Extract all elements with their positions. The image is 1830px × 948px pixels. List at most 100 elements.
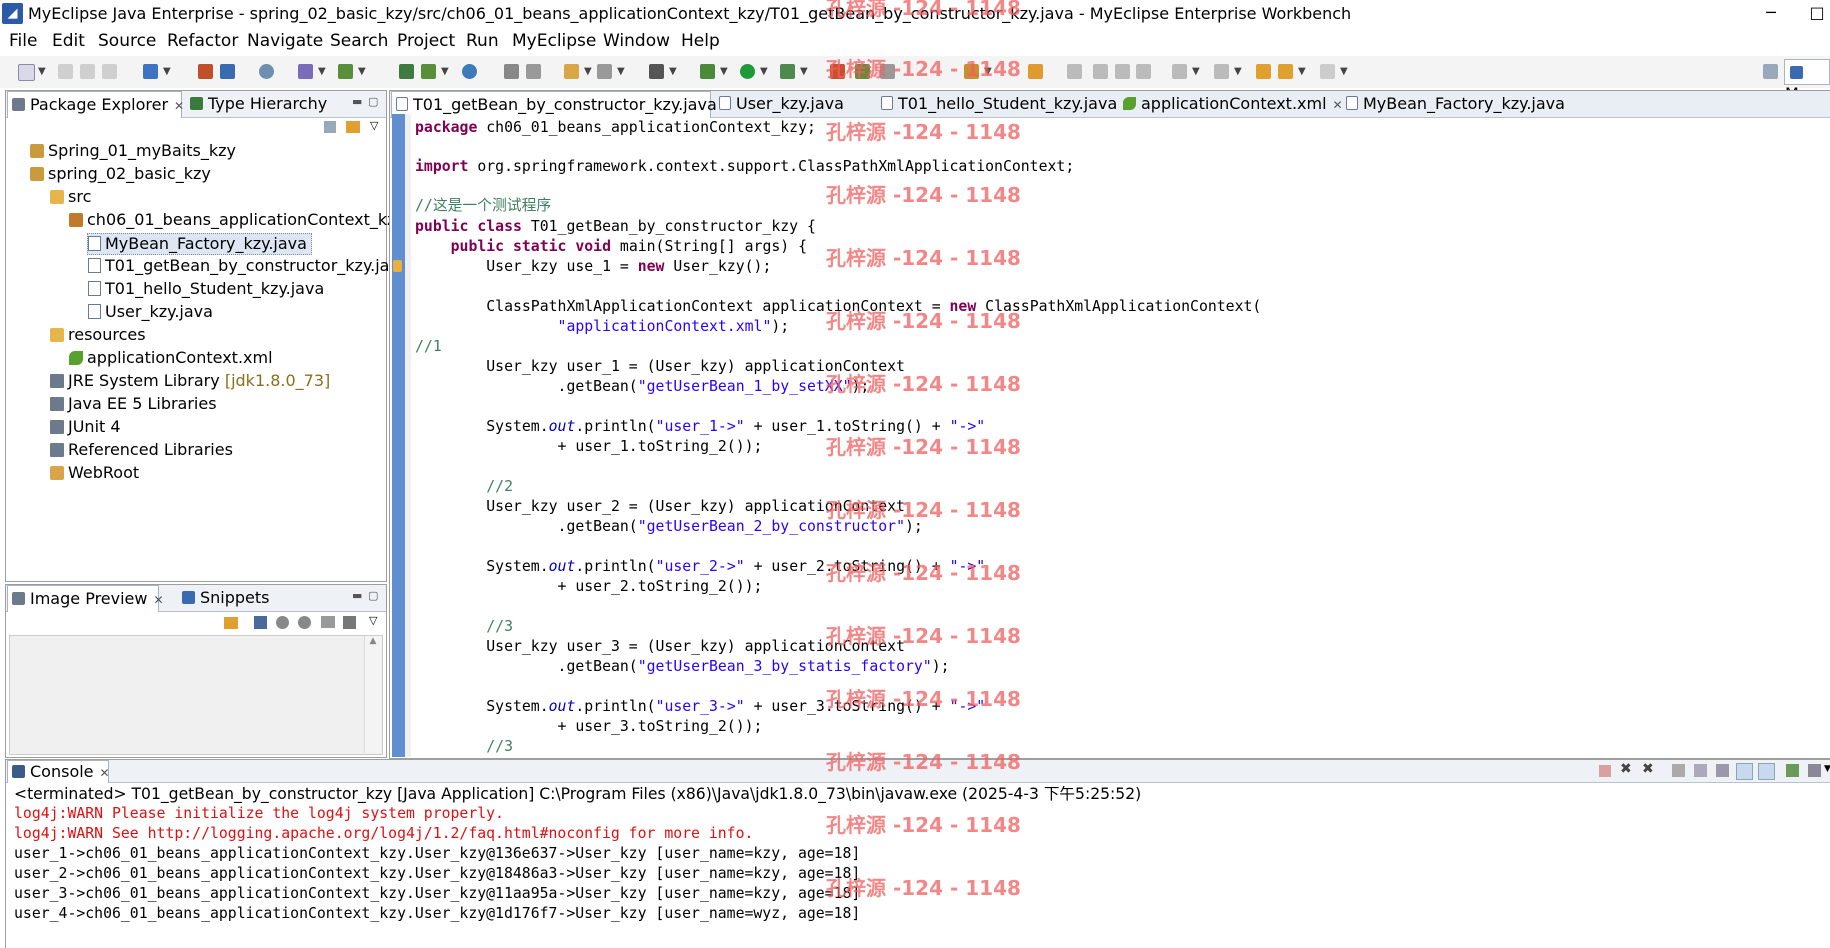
clear-console-icon[interactable] <box>1672 764 1685 777</box>
tree-item-library[interactable]: Java EE 5 Libraries <box>50 394 217 414</box>
show-whitespace-icon[interactable] <box>1136 64 1151 79</box>
maximize-view-icon[interactable]: ▢ <box>368 589 378 602</box>
view-menu-icon[interactable]: ▽ <box>370 119 378 132</box>
close-icon[interactable]: ✕ <box>153 593 163 607</box>
web-browser-icon[interactable] <box>259 64 274 79</box>
menu-project[interactable]: Project <box>397 31 455 51</box>
fit-icon[interactable] <box>254 616 267 629</box>
menu-edit[interactable]: Edit <box>52 31 85 51</box>
link-with-editor-icon[interactable] <box>346 121 360 133</box>
collapse-all-icon[interactable] <box>324 121 336 133</box>
chevron-down-icon[interactable]: ▼ <box>760 66 768 77</box>
menu-run[interactable]: Run <box>466 31 499 51</box>
terminal-icon[interactable] <box>649 64 664 79</box>
tab-console[interactable]: Console ✕ <box>7 760 110 783</box>
tree-item-project[interactable]: spring_02_basic_kzy <box>30 164 211 184</box>
tree-item-java-file[interactable]: T01_getBean_by_constructor_kzy.java <box>88 256 409 276</box>
open-perspective-button-icon[interactable] <box>1763 64 1778 79</box>
toggle-block-icon[interactable] <box>1115 64 1130 79</box>
chevron-down-icon[interactable]: ▼ <box>1340 66 1348 77</box>
warning-marker-icon[interactable] <box>393 260 402 272</box>
menu-myeclipse[interactable]: MyEclipse <box>512 31 596 51</box>
chevron-down-icon[interactable]: ▼ <box>1234 66 1242 77</box>
prev-edit-icon[interactable] <box>1214 64 1229 79</box>
remove-all-launches-icon[interactable]: ✖ <box>1642 761 1654 777</box>
close-icon[interactable]: ✕ <box>174 99 184 113</box>
debug-icon[interactable] <box>700 64 715 79</box>
tab-snippets[interactable]: Snippets <box>178 585 276 611</box>
menu-source[interactable]: Source <box>98 31 156 51</box>
close-icon[interactable]: ✕ <box>100 766 110 780</box>
minimize-button[interactable]: ─ <box>1748 0 1794 28</box>
show-stderr-icon[interactable] <box>1758 763 1775 780</box>
pin-console-icon[interactable] <box>1786 764 1799 777</box>
package-icon[interactable] <box>564 64 579 79</box>
chevron-down-icon[interactable]: ▼ <box>38 66 46 77</box>
fit-window-icon[interactable] <box>343 616 356 629</box>
tree-item-folder[interactable]: WebRoot <box>50 463 139 483</box>
minimize-view-icon[interactable]: ▬ <box>352 95 362 108</box>
vertical-scrollbar[interactable]: ▲ <box>364 636 381 753</box>
print-icon[interactable] <box>102 64 117 79</box>
next-edit-icon[interactable] <box>1172 64 1187 79</box>
menu-help[interactable]: Help <box>681 31 720 51</box>
tree-item-package[interactable]: ch06_01_beans_applicationContext_kzy <box>69 210 405 230</box>
run-external-icon[interactable] <box>780 64 795 79</box>
tab-editor[interactable]: applicationContext.xml ✕ <box>1119 91 1349 117</box>
tab-editor[interactable]: User_kzy.java <box>715 91 850 117</box>
scroll-lock-icon[interactable] <box>1694 764 1707 777</box>
scroll-up-icon[interactable]: ▲ <box>365 636 381 646</box>
link-icon[interactable] <box>224 617 238 629</box>
globe-icon[interactable] <box>462 64 477 79</box>
mark-occurrences-icon[interactable] <box>1093 64 1108 79</box>
view-menu-icon[interactable]: ▽ <box>369 614 377 627</box>
tree-item-library[interactable]: Referenced Libraries <box>50 440 233 460</box>
chevron-down-icon[interactable]: ▼ <box>1192 66 1200 77</box>
tree-item-library[interactable]: JRE System Library [jdk1.8.0_73] <box>50 371 330 391</box>
perspective-switcher[interactable]: My <box>1784 59 1830 103</box>
zoom-out-icon[interactable] <box>276 616 289 629</box>
back-icon[interactable] <box>1278 64 1293 79</box>
open-perspective-icon[interactable] <box>597 64 612 79</box>
forward-icon[interactable] <box>1320 64 1335 79</box>
chevron-down-icon[interactable]: ▼ <box>800 66 808 77</box>
tab-image-preview[interactable]: Image Preview ✕ <box>7 585 164 612</box>
chevron-down-icon[interactable]: ▼ <box>358 66 366 77</box>
word-wrap-icon[interactable] <box>1716 764 1729 777</box>
tree-item-java-file[interactable]: T01_hello_Student_kzy.java <box>88 279 324 299</box>
run-icon[interactable] <box>740 64 755 79</box>
new-icon[interactable] <box>18 64 35 81</box>
display-console-icon[interactable] <box>1808 764 1821 777</box>
next-annotation-icon[interactable] <box>1067 64 1082 79</box>
db-icon[interactable] <box>504 64 519 79</box>
tab-package-explorer[interactable]: Package Explorer ✕ <box>7 91 184 118</box>
open-resource-icon[interactable] <box>220 64 235 79</box>
chevron-down-icon[interactable]: ▼ <box>441 66 449 77</box>
new-project-icon[interactable] <box>143 64 158 79</box>
chevron-down-icon[interactable]: ▼ <box>669 66 677 77</box>
server-icon[interactable] <box>338 64 353 79</box>
minimize-view-icon[interactable]: ▬ <box>352 589 362 602</box>
menu-window[interactable]: Window <box>603 31 670 51</box>
save-icon[interactable] <box>58 64 73 79</box>
maximize-view-icon[interactable]: ▢ <box>368 95 378 108</box>
chevron-down-icon[interactable]: ▼ <box>1298 66 1306 77</box>
chevron-down-icon[interactable]: ▼ <box>1824 764 1830 774</box>
tab-editor-active[interactable]: T01_getBean_by_constructor_kzy.java✕ <box>391 91 733 118</box>
tree-item-folder[interactable]: resources <box>50 325 146 345</box>
menu-file[interactable]: File <box>9 31 37 51</box>
search-icon[interactable] <box>1028 64 1043 79</box>
menu-navigate[interactable]: Navigate <box>247 31 323 51</box>
terminate-icon[interactable] <box>1599 765 1611 777</box>
tree-item-xml-file[interactable]: applicationContext.xml <box>69 348 273 368</box>
tree-item-src[interactable]: src <box>50 187 91 207</box>
menu-refactor[interactable]: Refactor <box>167 31 238 51</box>
chevron-down-icon[interactable]: ▼ <box>584 66 592 77</box>
chevron-down-icon[interactable]: ▼ <box>720 66 728 77</box>
zoom-in-icon[interactable] <box>298 616 311 629</box>
chevron-down-icon[interactable]: ▼ <box>318 66 326 77</box>
tree-item-java-file[interactable]: MyBean_Factory_kzy.java <box>87 233 312 255</box>
sql-icon[interactable] <box>526 64 541 79</box>
last-edit-icon[interactable] <box>1256 64 1271 79</box>
run-server-icon[interactable] <box>421 64 436 79</box>
